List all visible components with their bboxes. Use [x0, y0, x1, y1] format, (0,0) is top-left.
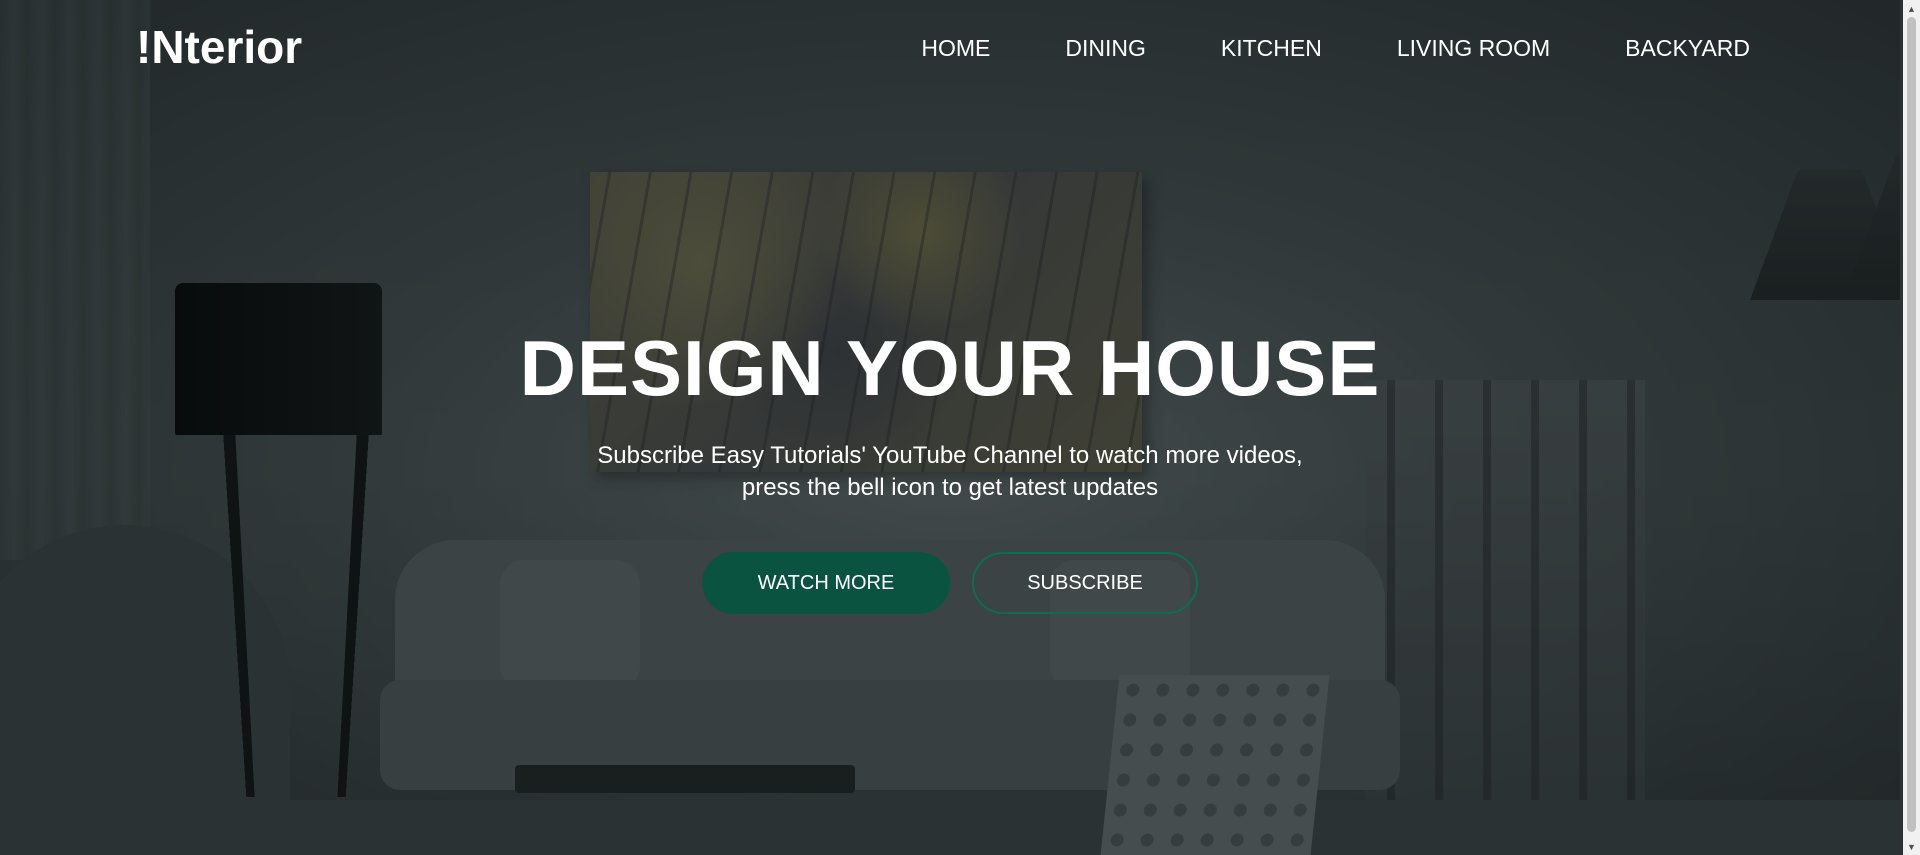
navbar: !Nterior HOME DINING KITCHEN LIVING ROOM…: [0, 0, 1900, 100]
hero-subtitle: Subscribe Easy Tutorials' YouTube Channe…: [570, 440, 1330, 504]
scrollbar-thumb[interactable]: [1907, 17, 1916, 832]
nav-item-backyard: BACKYARD: [1625, 35, 1750, 62]
hero-subtitle-line1: Subscribe Easy Tutorials' YouTube Channe…: [597, 442, 1303, 469]
nav-item-kitchen: KITCHEN: [1221, 35, 1322, 62]
hero-subtitle-line2: press the bell icon to get latest update…: [741, 474, 1159, 501]
scroll-up-arrow[interactable]: ▲: [1903, 0, 1920, 17]
nav-links: HOME DINING KITCHEN LIVING ROOM BACKYARD: [846, 35, 1750, 62]
scroll-down-arrow[interactable]: ▼: [1903, 838, 1920, 855]
nav-link-dining[interactable]: DINING: [1065, 35, 1146, 61]
nav-link-home[interactable]: HOME: [921, 35, 990, 61]
hero: DESIGN YOUR HOUSE Subscribe Easy Tutoria…: [0, 320, 1900, 614]
nav-item-home: HOME: [921, 35, 990, 62]
watch-more-button[interactable]: WATCH MORE: [702, 552, 950, 614]
nav-link-living-room[interactable]: LIVING ROOM: [1397, 35, 1550, 61]
nav-item-living-room: LIVING ROOM: [1397, 35, 1550, 62]
triangle-down-icon: ▼: [1907, 841, 1916, 852]
triangle-up-icon: ▲: [1907, 3, 1916, 14]
vertical-scrollbar[interactable]: ▲ ▼: [1903, 0, 1920, 855]
nav-item-dining: DINING: [1065, 35, 1146, 62]
nav-link-kitchen[interactable]: KITCHEN: [1221, 35, 1322, 61]
hero-buttons: WATCH MORE SUBSCRIBE: [0, 552, 1900, 614]
nav-link-backyard[interactable]: BACKYARD: [1625, 35, 1750, 61]
logo[interactable]: !Nterior: [136, 20, 302, 74]
subscribe-button[interactable]: SUBSCRIBE: [972, 552, 1198, 614]
hero-title: DESIGN YOUR HOUSE: [519, 324, 1381, 412]
page-viewport: !Nterior HOME DINING KITCHEN LIVING ROOM…: [0, 0, 1900, 855]
